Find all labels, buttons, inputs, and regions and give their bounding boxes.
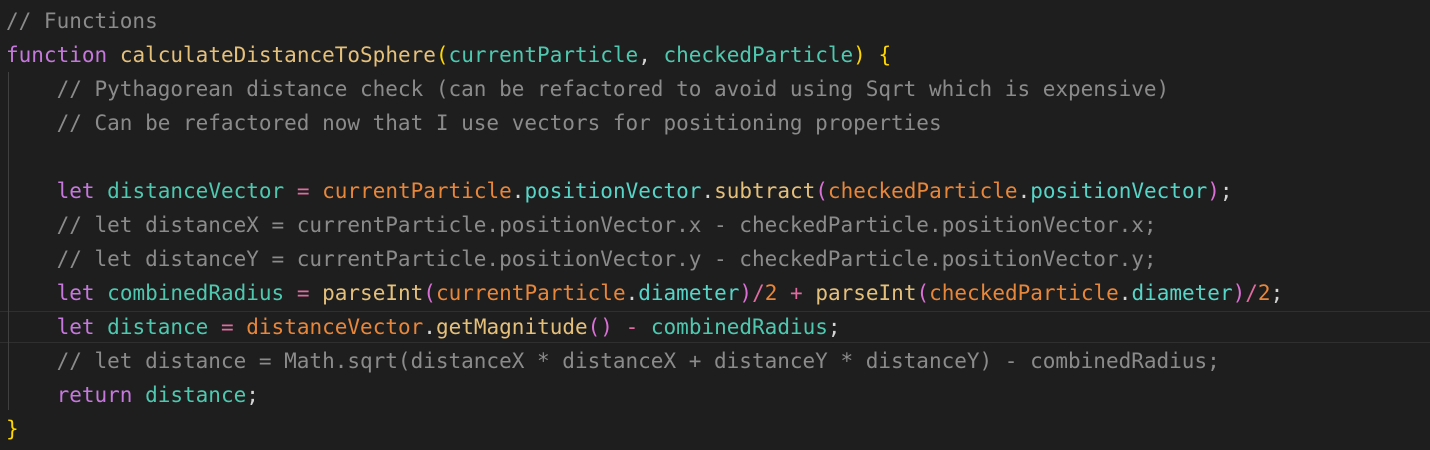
code-token: + [777,281,816,305]
code-token: - [612,315,651,339]
code-line[interactable]: // let distance = Math.sqrt(distanceX * … [6,344,1426,378]
code-line[interactable]: // let distanceY = currentParticle.posit… [6,242,1426,276]
code-token: ; [1219,179,1233,203]
code-token: . [625,281,639,305]
code-token: parseInt [322,281,424,305]
code-token: calculateDistanceToSphere [119,43,436,67]
code-token: . [423,315,436,339]
code-token: ( [916,281,930,305]
code-token: currentParticle [448,43,639,67]
code-line[interactable] [6,140,1426,174]
code-line[interactable]: let combinedRadius = parseInt(currentPar… [6,276,1426,310]
code-token: // let distance = Math.sqrt(distanceX * … [6,349,1220,373]
code-token: checkedParticle [663,43,854,67]
code-line[interactable]: } [6,412,1426,446]
code-token: distanceVector [107,179,285,203]
code-token: currentParticle [435,281,626,305]
code-token: = [208,315,247,339]
code-token: checkedParticle [827,179,1018,203]
code-token: parseInt [815,281,917,305]
code-token: . [1017,179,1031,203]
code-token: // let distanceY = currentParticle.posit… [6,247,1157,271]
code-line[interactable]: return distance; [6,378,1426,412]
code-line[interactable]: // Pythagorean distance check (can be re… [6,72,1426,106]
code-token: let [56,281,95,305]
code-token: . [701,179,715,203]
code-token: subtract [714,179,816,203]
code-line[interactable]: // let distanceX = currentParticle.posit… [6,208,1426,242]
code-token: distance [107,315,209,339]
code-line[interactable]: // Can be refactored now that I use vect… [6,106,1426,140]
code-token: ( [435,43,449,67]
code-token: combinedRadius [107,281,285,305]
code-token: positionVector [1030,179,1208,203]
code-token: distanceVector [246,315,424,339]
code-token: getMagnitude [435,315,588,339]
code-token: , [638,43,664,67]
code-token: . [1118,281,1132,305]
code-token: checkedParticle [929,281,1119,305]
code-token: / [752,281,765,305]
code-token: = [284,281,323,305]
code-token: combinedRadius [650,315,828,339]
code-token: diameter [1131,281,1233,305]
code-token: diameter [638,281,740,305]
code-token: ) [1232,281,1246,305]
code-token: currentParticle [322,179,512,203]
code-line[interactable]: // Functions [6,4,1426,38]
code-token: . [511,179,525,203]
code-line[interactable]: let distanceVector = currentParticle.pos… [6,174,1426,208]
code-token: function [6,43,108,67]
code-token: return [56,383,133,407]
code-token: // Can be refactored now that I use vect… [6,111,942,135]
code-token: ; [1270,281,1284,305]
code-line[interactable]: let distance = distanceVector.getMagnitu… [6,310,1426,344]
code-token: 2 [1257,281,1271,305]
code-token: / [1245,281,1258,305]
code-token: { [878,43,892,67]
code-token: // Functions [6,9,158,33]
code-editor[interactable]: // Functions function calculateDistanceTo… [0,0,1430,450]
code-token: distance [145,383,247,407]
code-token: = [284,179,323,203]
code-token: ( [423,281,436,305]
code-token: // let distanceX = currentParticle.posit… [6,213,1157,237]
code-token: ) [853,43,866,67]
code-token: ; [827,315,841,339]
code-token: ) [1207,179,1220,203]
code-token: let [56,315,95,339]
code-token: ( [815,179,828,203]
code-token: let [56,179,95,203]
code-token: ) [739,281,753,305]
code-token: ; [246,383,259,407]
code-token: positionVector [524,179,702,203]
code-line[interactable]: function calculateDistanceToSphere(curre… [6,38,1426,72]
code-token: // Pythagorean distance check (can be re… [6,77,1170,101]
code-token: } [6,417,19,441]
code-token: () [587,315,613,339]
code-token: 2 [764,281,778,305]
